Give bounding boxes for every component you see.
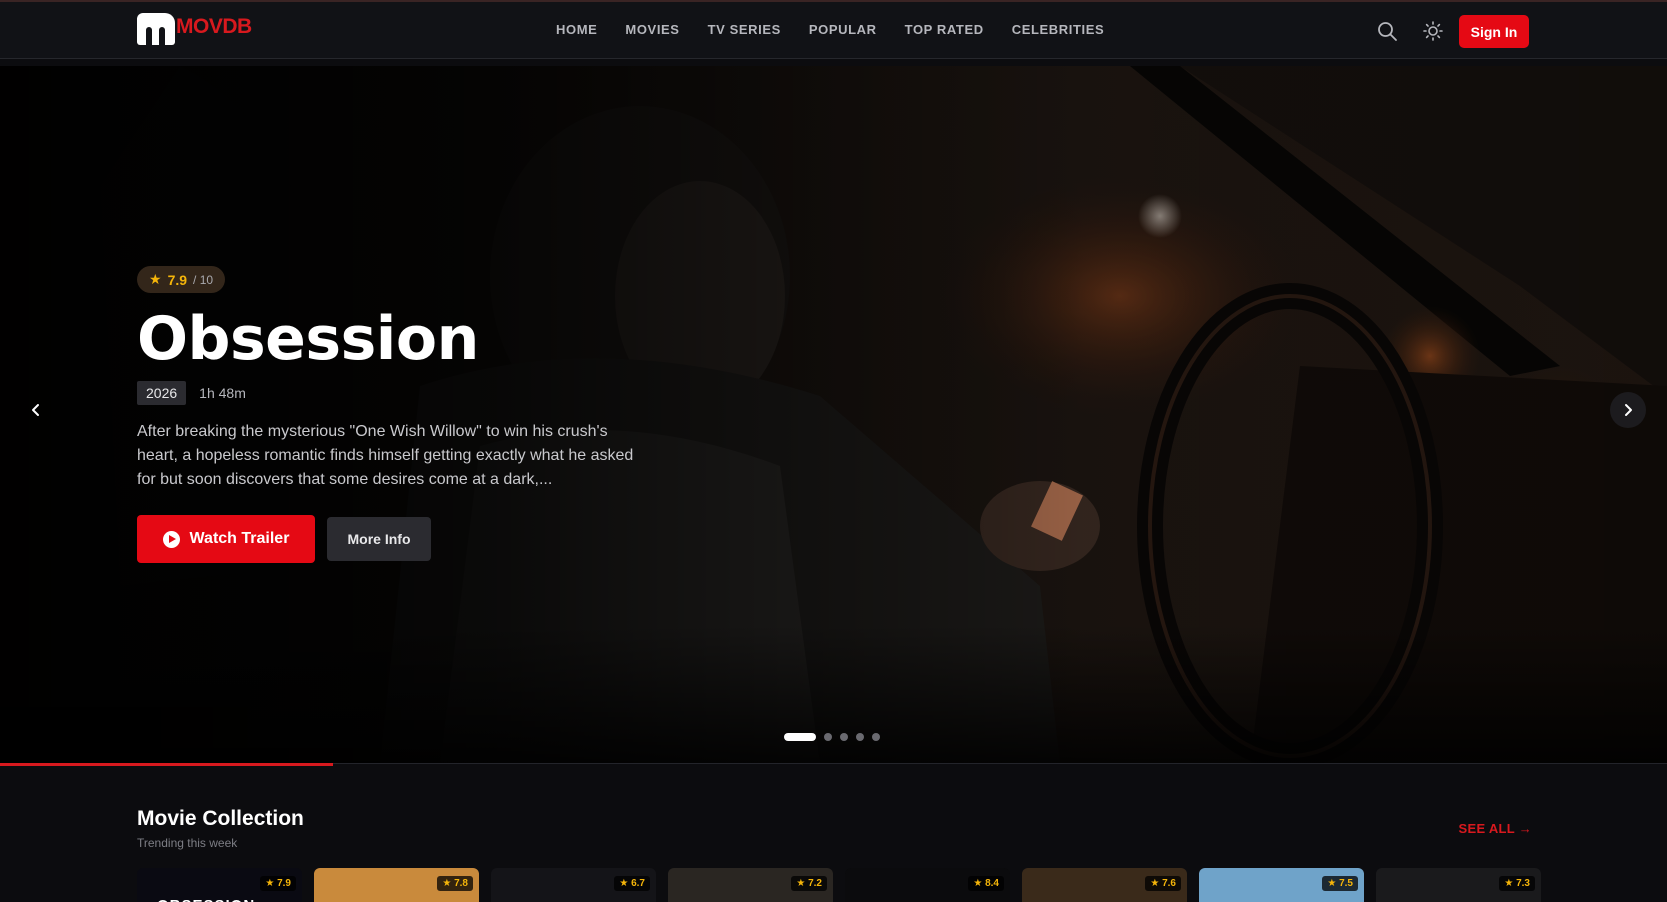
hero-carousel: ★ 7.9 / 10 Obsession 2026 1h 48m After b… bbox=[0, 66, 1667, 764]
slide-dot[interactable] bbox=[856, 733, 864, 741]
slide-dot[interactable] bbox=[840, 733, 848, 741]
card-rating-badge: ★ 7.3 bbox=[1499, 876, 1535, 891]
search-icon[interactable] bbox=[1376, 20, 1398, 42]
nav-top-rated[interactable]: TOP RATED bbox=[905, 22, 984, 37]
logo-mark-icon bbox=[137, 13, 175, 45]
rating-badge: ★ 7.9 / 10 bbox=[137, 266, 226, 293]
hero-title: Obsession bbox=[137, 304, 479, 374]
movie-card[interactable]: ★ 7.5 bbox=[1199, 868, 1364, 902]
rating-value: 7.9 bbox=[167, 271, 188, 288]
section-title: Movie Collection bbox=[137, 807, 304, 830]
movie-collection-section: Movie Collection Trending this week SEE … bbox=[137, 807, 1532, 850]
hero-content: ★ 7.9 / 10 Obsession 2026 1h 48m After b… bbox=[137, 266, 657, 563]
movie-card[interactable]: ★ 8.4 bbox=[845, 868, 1010, 902]
hero-bottom-scrim bbox=[0, 624, 1667, 764]
star-icon: ★ bbox=[149, 271, 162, 287]
card-rating-badge: ★ 7.2 bbox=[791, 876, 827, 891]
slide-dot[interactable] bbox=[824, 733, 832, 741]
rating-max: / 10 bbox=[193, 272, 214, 287]
next-slide-button[interactable] bbox=[1610, 392, 1646, 428]
nav-home[interactable]: HOME bbox=[556, 22, 597, 37]
slide-indicators bbox=[784, 733, 888, 741]
hero-actions: Watch Trailer More Info bbox=[137, 515, 657, 563]
hero-description: After breaking the mysterious "One Wish … bbox=[137, 423, 634, 488]
chevron-right-icon bbox=[1625, 404, 1632, 416]
card-rating-badge: ★ 7.5 bbox=[1322, 876, 1358, 891]
card-rating-badge: ★ 7.6 bbox=[1145, 876, 1181, 891]
card-rating-badge: ★ 6.7 bbox=[614, 876, 650, 891]
movie-card[interactable]: ★ 7.3 bbox=[1376, 868, 1541, 902]
card-rating-badge: ★ 8.4 bbox=[968, 876, 1004, 891]
watch-trailer-button[interactable]: Watch Trailer bbox=[137, 515, 315, 563]
nav-celebrities[interactable]: CELEBRITIES bbox=[1012, 22, 1105, 37]
main-nav: HOME MOVIES TV SERIES POPULAR TOP RATED … bbox=[556, 22, 1132, 37]
nav-popular[interactable]: POPULAR bbox=[809, 22, 877, 37]
movie-card-row: ★ 7.9 OBSESSION ★ 7.8 ★ 6.7 ★ 7.2 ★ 8.4 ★ 7.6 ★… bbox=[137, 868, 1553, 902]
hero-meta: 2026 1h 48m bbox=[137, 381, 657, 405]
see-all-link[interactable]: SEE ALL → bbox=[1459, 821, 1533, 836]
movie-card[interactable]: ★ 7.6 bbox=[1022, 868, 1187, 902]
card-rating-badge: ★ 7.8 bbox=[437, 876, 473, 891]
card-poster-title: OBSESSION bbox=[157, 897, 255, 902]
top-navbar: MOVDB HOME MOVIES TV SERIES POPULAR TOP … bbox=[0, 0, 1667, 59]
logo[interactable]: MOVDB bbox=[137, 12, 252, 46]
nav-tv-series[interactable]: TV SERIES bbox=[708, 22, 781, 37]
runtime: 1h 48m bbox=[199, 385, 246, 401]
watch-trailer-label: Watch Trailer bbox=[189, 530, 290, 547]
year-badge: 2026 bbox=[137, 381, 187, 405]
page: MOVDB HOME MOVIES TV SERIES POPULAR TOP … bbox=[0, 0, 1667, 902]
card-rating-badge: ★ 7.9 bbox=[260, 876, 296, 891]
more-info-button[interactable]: More Info bbox=[327, 517, 431, 561]
movie-card[interactable]: ★ 7.8 bbox=[314, 868, 479, 902]
prev-slide-button[interactable] bbox=[18, 392, 54, 428]
sun-icon[interactable] bbox=[1422, 20, 1444, 42]
sign-in-button[interactable]: Sign In bbox=[1459, 15, 1529, 48]
slide-dot[interactable] bbox=[784, 733, 816, 741]
movie-card[interactable]: ★ 7.9 OBSESSION bbox=[137, 868, 302, 902]
logo-text: MOVDB bbox=[176, 15, 252, 38]
hero-progress-bar bbox=[0, 763, 334, 766]
movie-card[interactable]: ★ 6.7 bbox=[491, 868, 656, 902]
play-icon bbox=[162, 530, 180, 548]
movie-card[interactable]: ★ 7.2 bbox=[668, 868, 833, 902]
chevron-left-icon bbox=[32, 404, 39, 416]
slide-dot[interactable] bbox=[872, 733, 880, 741]
nav-movies[interactable]: MOVIES bbox=[625, 22, 679, 37]
section-subtitle: Trending this week bbox=[137, 836, 238, 850]
